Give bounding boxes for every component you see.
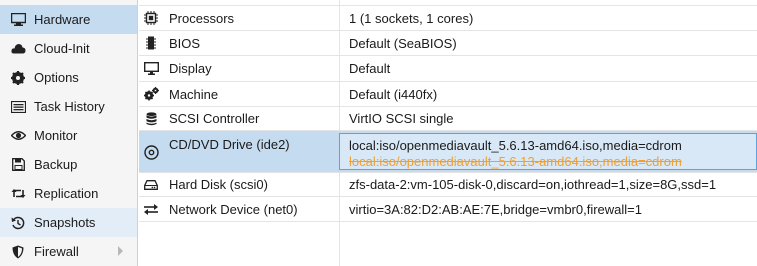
floppy-icon <box>10 157 26 173</box>
monitor-icon <box>10 12 26 28</box>
cpu-icon <box>143 10 159 26</box>
expand-arrow-icon[interactable] <box>118 246 123 256</box>
hdd-icon <box>143 177 159 193</box>
row-value: 1 (1 sockets, 1 cores) <box>349 10 474 26</box>
list-icon <box>10 99 26 115</box>
table-row[interactable]: Hard Disk (scsi0) zfs-data-2:vm-105-disk… <box>139 173 757 197</box>
sidebar-item-label: Replication <box>34 186 99 201</box>
cdrom-icon <box>143 144 159 160</box>
row-key: Machine <box>169 86 219 102</box>
sidebar-item-label: Firewall <box>34 244 79 259</box>
row-key: Processors <box>169 10 235 26</box>
row-key: Display <box>169 61 212 76</box>
table-row[interactable]: Machine Default (i440fx) <box>139 82 757 107</box>
database-icon <box>143 111 159 127</box>
table-row-selected[interactable]: CD/DVD Drive (ide2) local:iso/openmediav… <box>139 131 757 173</box>
table-row[interactable]: SCSI Controller VirtIO SCSI single <box>139 107 757 131</box>
row-key: Network Device (net0) <box>169 201 298 217</box>
sidebar: Hardware Cloud-Init Options Task History… <box>0 0 138 266</box>
desktop-icon <box>143 61 159 77</box>
retweet-icon <box>10 186 26 202</box>
sidebar-item-hardware[interactable]: Hardware <box>0 5 137 34</box>
exchange-icon <box>143 201 159 217</box>
row-value: Default (i440fx) <box>349 86 438 102</box>
sidebar-item-label: Cloud-Init <box>34 41 90 56</box>
row-value: Default <box>349 61 391 76</box>
gear-icon <box>10 70 26 86</box>
shield-icon <box>10 244 26 260</box>
sidebar-item-label: Task History <box>34 99 105 114</box>
sidebar-item-label: Monitor <box>34 128 78 143</box>
sidebar-item-options[interactable]: Options <box>0 63 137 92</box>
table-row[interactable]: Display Default <box>139 56 757 82</box>
chip-icon <box>143 35 159 51</box>
sidebar-item-firewall[interactable]: Firewall <box>0 237 137 266</box>
sidebar-item-replication[interactable]: Replication <box>0 179 137 208</box>
table-row[interactable]: Processors 1 (1 sockets, 1 cores) <box>139 6 757 31</box>
cloud-icon <box>10 41 26 57</box>
row-value: VirtIO SCSI single <box>349 111 454 126</box>
sidebar-item-cloud-init[interactable]: Cloud-Init <box>0 34 137 63</box>
row-key: CD/DVD Drive (ide2) <box>169 137 290 152</box>
sidebar-item-task-history[interactable]: Task History <box>0 92 137 121</box>
row-key: SCSI Controller <box>169 111 260 126</box>
pending-old-value: local:iso/openmediavault_5.6.13-amd64.is… <box>349 154 682 169</box>
sidebar-item-label: Backup <box>34 157 78 172</box>
row-value: zfs-data-2:vm-105-disk-0,discard=on,ioth… <box>349 177 717 192</box>
row-value: local:iso/openmediavault_5.6.13-amd64.is… <box>349 138 682 153</box>
table-row[interactable]: Network Device (net0) virtio=3A:82:D2:AB… <box>139 197 757 222</box>
history-icon <box>10 215 26 231</box>
sidebar-item-snapshots[interactable]: Snapshots <box>0 208 137 237</box>
row-value: Default (SeaBIOS) <box>349 35 457 51</box>
hardware-grid: Processors 1 (1 sockets, 1 cores) BIOS D… <box>139 0 757 266</box>
sidebar-item-label: Options <box>34 70 79 85</box>
eye-icon <box>10 128 26 144</box>
row-value: virtio=3A:82:D2:AB:AE:7E,bridge=vmbr0,fi… <box>349 201 643 217</box>
sidebar-item-backup[interactable]: Backup <box>0 150 137 179</box>
sidebar-item-label: Hardware <box>34 12 91 27</box>
sidebar-item-monitor[interactable]: Monitor <box>0 121 137 150</box>
row-value-box[interactable]: local:iso/openmediavault_5.6.13-amd64.is… <box>339 133 757 170</box>
sidebar-item-label: Snapshots <box>34 215 96 230</box>
cogs-icon <box>143 86 159 102</box>
table-row[interactable]: BIOS Default (SeaBIOS) <box>139 31 757 56</box>
row-key: Hard Disk (scsi0) <box>169 177 268 192</box>
row-key: BIOS <box>169 35 201 51</box>
